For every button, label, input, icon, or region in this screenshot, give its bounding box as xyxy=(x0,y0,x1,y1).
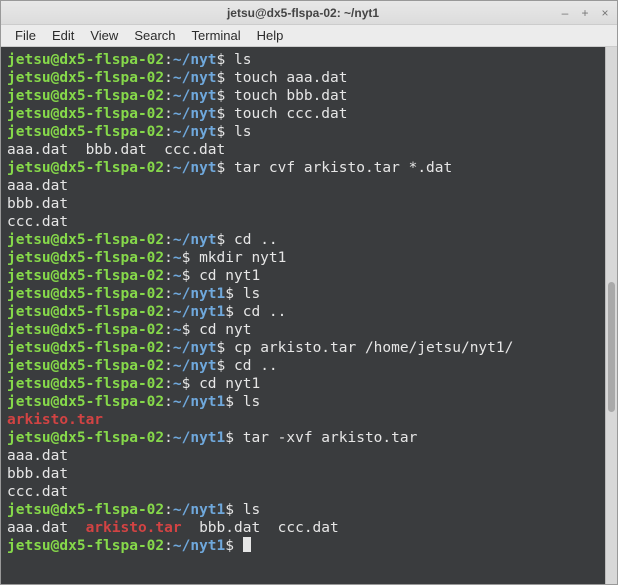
menubar: File Edit View Search Terminal Help xyxy=(1,25,617,47)
close-icon[interactable]: × xyxy=(599,6,611,20)
app-window: jetsu@dx5-flspa-02: ~/nyt1 – + × File Ed… xyxy=(0,0,618,585)
menu-help[interactable]: Help xyxy=(249,28,292,43)
menu-search[interactable]: Search xyxy=(126,28,183,43)
window-title: jetsu@dx5-flspa-02: ~/nyt1 xyxy=(47,6,559,20)
scrollbar-thumb[interactable] xyxy=(608,282,615,412)
titlebar[interactable]: jetsu@dx5-flspa-02: ~/nyt1 – + × xyxy=(1,1,617,25)
window-controls: – + × xyxy=(559,6,611,20)
maximize-icon[interactable]: + xyxy=(579,6,591,20)
menu-terminal[interactable]: Terminal xyxy=(184,28,249,43)
menu-view[interactable]: View xyxy=(82,28,126,43)
menu-edit[interactable]: Edit xyxy=(44,28,82,43)
menu-file[interactable]: File xyxy=(7,28,44,43)
minimize-icon[interactable]: – xyxy=(559,6,571,20)
scrollbar[interactable] xyxy=(605,47,617,584)
terminal[interactable]: jetsu@dx5-flspa-02:~/nyt$ lsjetsu@dx5-fl… xyxy=(1,47,605,584)
terminal-area: jetsu@dx5-flspa-02:~/nyt$ lsjetsu@dx5-fl… xyxy=(1,47,617,584)
